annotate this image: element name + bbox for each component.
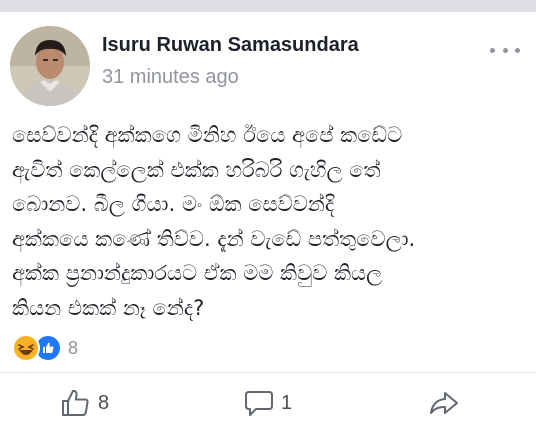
post-text-line: කියන එකක් නෑ නේද? (12, 295, 205, 320)
dot (490, 47, 495, 53)
share-arrow-icon (430, 392, 458, 414)
comment-icon (245, 391, 273, 416)
dot (502, 47, 508, 53)
reaction-summary[interactable]: 8 (12, 334, 78, 362)
post-text-line: අක්ක ප්‍රනාන්දුකාරයට ඒක මම කිවුව කියල (12, 261, 383, 285)
more-options-icon[interactable] (490, 40, 520, 60)
share-button[interactable] (428, 384, 460, 422)
dot (515, 47, 520, 53)
thumbs-up-icon (62, 389, 89, 416)
like-count: 8 (98, 391, 110, 414)
author-name[interactable]: Isuru Ruwan Samasundara (102, 34, 359, 57)
top-background-strip (0, 0, 536, 12)
avatar-photo (10, 26, 90, 106)
post-text-line: ඇවිත් කෙල්ලෙක් එක්ක හරිබරි ගැහිල තේ (12, 157, 381, 182)
haha-icon (12, 334, 40, 362)
post-text-line: සෙව්වන්දි අක්කගෙ මිනිහ ඊයෙ අපේ කඩේට (12, 123, 403, 147)
divider (0, 372, 536, 373)
like-button[interactable]: 8 (60, 384, 109, 422)
post-body: සෙව්වන්දි අක්කගෙ මිනිහ ඊයෙ අපේ කඩේට ඇවිත… (12, 118, 528, 325)
comment-count: 1 (281, 391, 293, 414)
author-avatar[interactable] (10, 26, 90, 106)
reaction-count: 8 (68, 337, 79, 358)
post-text-line: බොනව. බීල ගියා. මං ඕක සෙව්වන්දි (12, 192, 335, 216)
post-text-line: අක්කයෙ කණේ තිව්ව. දැන් වැඩේ පත්තුවෙලා. (12, 226, 416, 251)
post-timestamp[interactable]: 31 minutes ago (102, 66, 239, 89)
comment-button[interactable]: 1 (243, 384, 292, 422)
